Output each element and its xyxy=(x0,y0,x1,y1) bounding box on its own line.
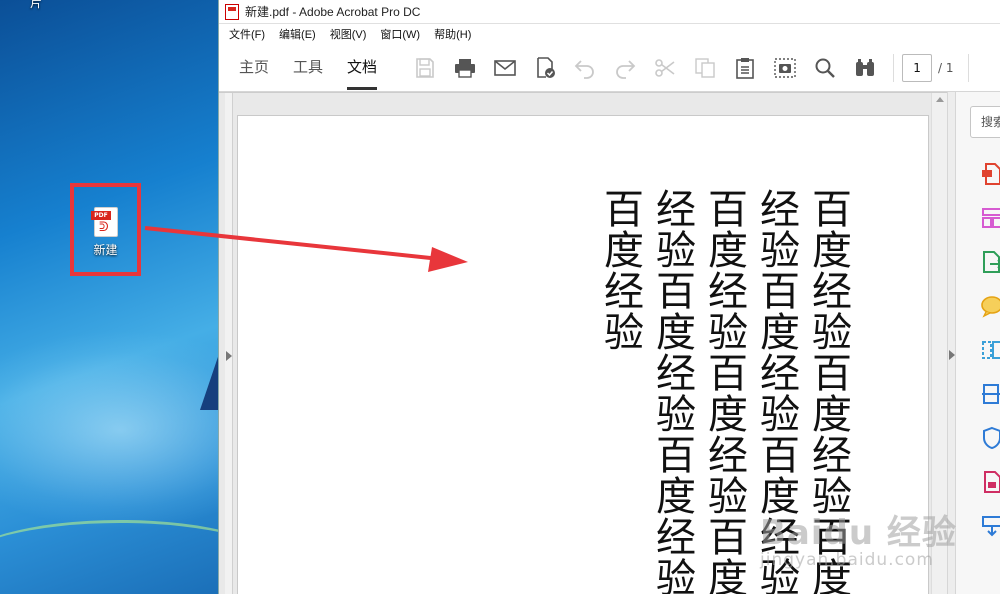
create-pdf-icon xyxy=(982,163,1000,185)
toolbar: 主页 工具 文档 1 / 1 xyxy=(219,44,1000,92)
menu-window[interactable]: 窗口(W) xyxy=(380,26,420,42)
save-icon xyxy=(416,57,434,78)
paste-button[interactable] xyxy=(725,44,765,92)
tab-home[interactable]: 主页 xyxy=(227,44,281,92)
paste-icon xyxy=(736,57,754,79)
print-button[interactable] xyxy=(445,44,485,92)
find-button[interactable] xyxy=(805,44,845,92)
tools-search-input[interactable]: 搜索 xyxy=(970,106,1000,138)
sign-certify-button[interactable] xyxy=(525,44,565,92)
window-title: 新建.pdf - Adobe Acrobat Pro DC xyxy=(245,5,421,19)
protect-tool[interactable] xyxy=(980,426,1000,450)
email-icon xyxy=(494,59,516,76)
compare-tool[interactable] xyxy=(980,338,1000,362)
scan-icon xyxy=(982,384,1000,404)
desktop-file-label: 新建 xyxy=(93,243,118,257)
edit-pdf-tool[interactable] xyxy=(980,470,1000,494)
desktop: 片 PDF ᕲ 新建 xyxy=(0,0,222,594)
left-panel-toggle[interactable] xyxy=(225,93,233,594)
desktop-pdf-file-icon[interactable]: PDF ᕲ 新建 xyxy=(70,183,141,276)
tab-tools[interactable]: 工具 xyxy=(281,44,335,92)
menu-bar: 文件(F) 编辑(E) 视图(V) 窗口(W) 帮助(H) xyxy=(219,24,1000,44)
chevron-right-icon xyxy=(949,350,955,360)
page-number-input[interactable]: 1 xyxy=(902,53,933,82)
print-icon xyxy=(455,58,476,78)
copy-icon xyxy=(695,57,715,78)
binoculars-icon xyxy=(856,58,875,76)
menu-view[interactable]: 视图(V) xyxy=(330,26,367,42)
compare-icon xyxy=(982,341,1000,359)
menu-help[interactable]: 帮助(H) xyxy=(434,26,471,42)
find-icon xyxy=(815,58,835,78)
acrobat-app-icon xyxy=(225,3,239,20)
pdf-tag: PDF xyxy=(91,211,111,220)
wallpaper-swoosh xyxy=(0,520,222,594)
snapshot-button[interactable] xyxy=(765,44,805,92)
export-pdf-icon xyxy=(983,251,1000,273)
scan-tool[interactable] xyxy=(980,382,1000,406)
advanced-search-button[interactable] xyxy=(845,44,885,92)
comment-tool[interactable] xyxy=(980,294,1000,318)
save-button[interactable] xyxy=(405,44,445,92)
scroll-up-arrow-icon[interactable] xyxy=(936,97,944,102)
desktop-label-partial: 片 xyxy=(30,0,43,10)
snapshot-icon xyxy=(774,57,796,78)
undo-icon xyxy=(574,59,594,79)
menu-file[interactable]: 文件(F) xyxy=(229,26,265,42)
redo-button[interactable] xyxy=(605,44,645,92)
page-total: / 1 xyxy=(938,60,954,75)
organize-pages-tool[interactable] xyxy=(980,206,1000,230)
cut-button[interactable] xyxy=(645,44,685,92)
menu-edit[interactable]: 编辑(E) xyxy=(279,26,316,42)
tab-document[interactable]: 文档 xyxy=(335,44,389,92)
copy-button[interactable] xyxy=(685,44,725,92)
export-pdf-tool[interactable] xyxy=(980,250,1000,274)
acrobat-swirl-icon: ᕲ xyxy=(99,220,109,235)
comment-icon xyxy=(981,296,1000,318)
organize-pages-icon xyxy=(982,208,1000,228)
chevron-right-icon xyxy=(226,351,232,361)
undo-button[interactable] xyxy=(565,44,605,92)
wallpaper-glow xyxy=(0,330,222,530)
pdf-file-icon: PDF ᕲ xyxy=(91,207,118,237)
create-pdf-tool[interactable] xyxy=(980,162,1000,186)
title-bar: 新建.pdf - Adobe Acrobat Pro DC xyxy=(219,0,1000,24)
redo-icon xyxy=(616,59,636,79)
edit-pdf-icon xyxy=(984,471,1000,493)
baidu-watermark: Baidu 经验 jingyan.baidu.com xyxy=(760,505,1000,575)
email-button[interactable] xyxy=(485,44,525,92)
cut-icon xyxy=(655,58,675,77)
sign-certify-icon xyxy=(537,56,556,78)
protect-icon xyxy=(983,426,1000,450)
watermark-logo: Baidu 经验 xyxy=(760,513,957,553)
watermark-url: jingyan.baidu.com xyxy=(760,550,934,570)
